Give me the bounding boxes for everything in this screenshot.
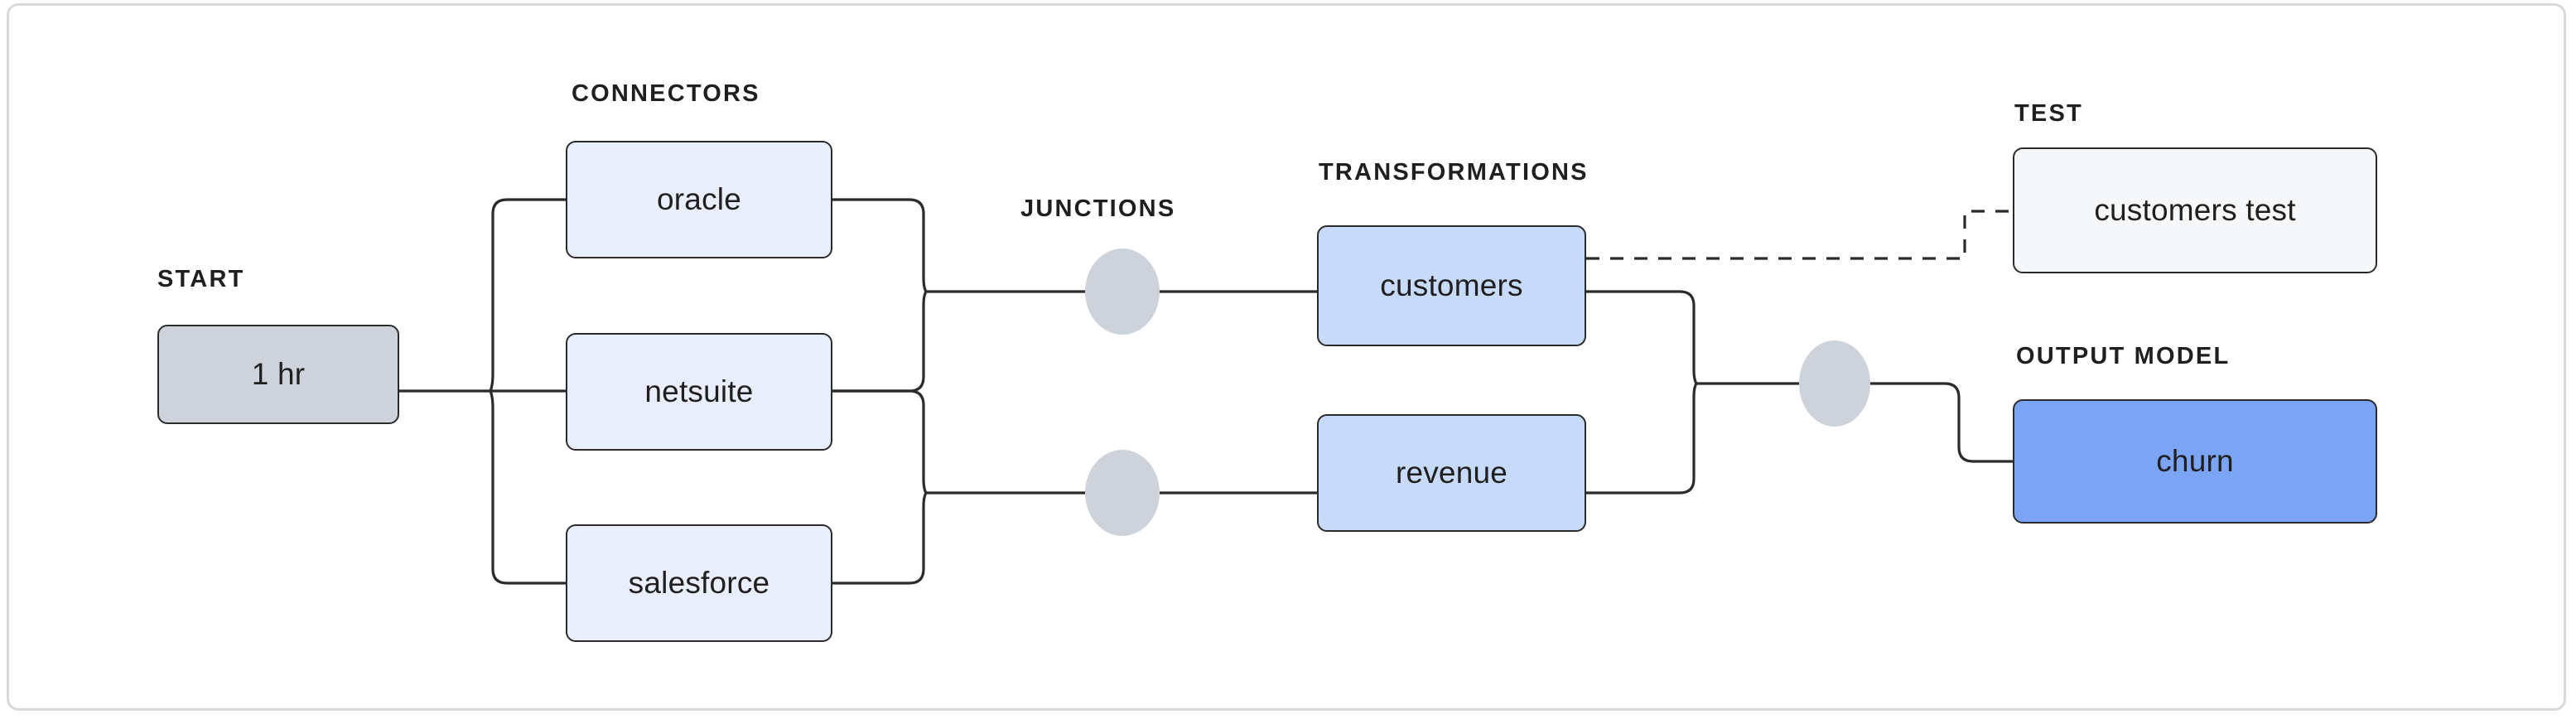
- node-output-churn[interactable]: churn: [2013, 399, 2377, 524]
- diagram-canvas: START CONNECTORS JUNCTIONS TRANSFORMATIO…: [0, 0, 2576, 719]
- junction-upper[interactable]: [1085, 249, 1160, 335]
- node-test-customers-test[interactable]: customers test: [2013, 147, 2377, 273]
- section-label-connectors: CONNECTORS: [572, 80, 760, 107]
- node-connector-oracle[interactable]: oracle: [566, 141, 832, 258]
- junction-output[interactable]: [1799, 340, 1870, 427]
- node-start-1hr[interactable]: 1 hr: [157, 325, 399, 424]
- section-label-start: START: [157, 266, 245, 292]
- section-label-transformations: TRANSFORMATIONS: [1319, 159, 1589, 186]
- node-connector-netsuite[interactable]: netsuite: [566, 333, 832, 451]
- junction-lower[interactable]: [1085, 450, 1160, 536]
- section-label-output-model: OUTPUT MODEL: [2016, 343, 2231, 369]
- section-label-test: TEST: [2014, 100, 2083, 127]
- node-transformation-customers[interactable]: customers: [1317, 225, 1586, 346]
- node-transformation-revenue[interactable]: revenue: [1317, 414, 1586, 532]
- section-label-junctions: JUNCTIONS: [1020, 195, 1176, 222]
- node-connector-salesforce[interactable]: salesforce: [566, 524, 832, 642]
